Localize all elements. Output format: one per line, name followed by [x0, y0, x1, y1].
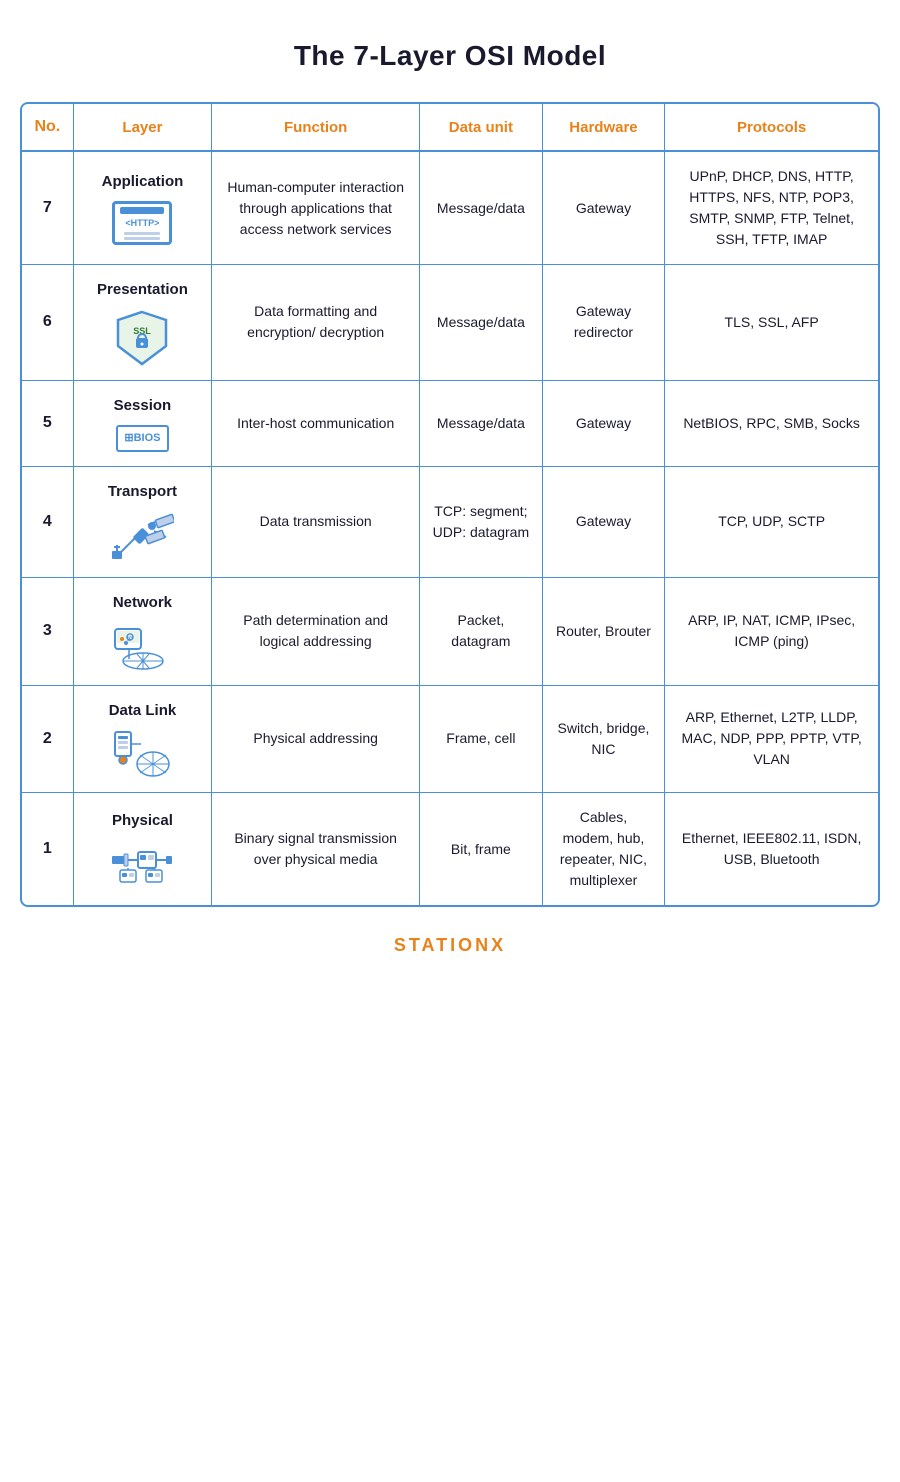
- cell-hardware: Cables, modem, hub, repeater, NIC, multi…: [542, 793, 665, 906]
- header-function: Function: [212, 104, 420, 151]
- cell-dataunit: Message/data: [420, 380, 543, 466]
- header-protocols: Protocols: [665, 104, 878, 151]
- footer: STATIONX: [394, 935, 506, 956]
- cell-protocols: TCP, UDP, SCTP: [665, 466, 878, 578]
- header-no: No.: [22, 104, 73, 151]
- cell-no: 3: [22, 578, 73, 686]
- cell-layer: Presentation SSL: [73, 265, 212, 381]
- table-row: 6Presentation SSL Data formatting and en…: [22, 265, 878, 381]
- header-dataunit: Data unit: [420, 104, 543, 151]
- osi-table: No. Layer Function Data unit Hardware Pr…: [22, 104, 878, 905]
- cell-hardware: Switch, bridge, NIC: [542, 685, 665, 793]
- cell-protocols: TLS, SSL, AFP: [665, 265, 878, 381]
- cell-layer: Transport: [73, 466, 212, 578]
- layer-name-text: Physical: [84, 810, 202, 833]
- cell-no: 1: [22, 793, 73, 906]
- cell-function: Binary signal transmission over physical…: [212, 793, 420, 906]
- cell-hardware: Gateway: [542, 151, 665, 265]
- cell-dataunit: Packet, datagram: [420, 578, 543, 686]
- network-icon: IP: [111, 623, 173, 671]
- table-row: 3Network IP Path determination and logic…: [22, 578, 878, 686]
- brand-part2: X: [491, 935, 506, 955]
- layer-icon-wrap: IP: [84, 623, 202, 671]
- cell-no: 4: [22, 466, 73, 578]
- cell-hardware: Router, Brouter: [542, 578, 665, 686]
- cell-no: 6: [22, 265, 73, 381]
- physical-icon: [110, 840, 174, 888]
- table-row: 2 Data Link Physical addressingFrame, cel…: [22, 685, 878, 793]
- cell-hardware: Gateway: [542, 380, 665, 466]
- header-layer: Layer: [73, 104, 212, 151]
- table-header-row: No. Layer Function Data unit Hardware Pr…: [22, 104, 878, 151]
- svg-text:IP: IP: [128, 637, 134, 643]
- layer-name-text: Network: [84, 592, 202, 615]
- page-title: The 7-Layer OSI Model: [294, 40, 606, 72]
- cell-function: Path determination and logical addressin…: [212, 578, 420, 686]
- cell-protocols: NetBIOS, RPC, SMB, Socks: [665, 380, 878, 466]
- satellite-icon: [110, 511, 174, 563]
- cell-no: 2: [22, 685, 73, 793]
- netbios-icon: ⊞BIOS: [116, 425, 168, 452]
- table-row: 4 Transport Data transmissionTCP: segment…: [22, 466, 878, 578]
- brand-logo: STATIONX: [394, 935, 506, 956]
- layer-icon-wrap: [84, 730, 202, 778]
- cell-hardware: Gateway redirector: [542, 265, 665, 381]
- cell-no: 5: [22, 380, 73, 466]
- layer-icon-wrap: SSL: [84, 310, 202, 366]
- cell-function: Data transmission: [212, 466, 420, 578]
- table-row: 5Session ⊞BIOSInter-host communicationMe…: [22, 380, 878, 466]
- cell-dataunit: TCP: segment; UDP: datagram: [420, 466, 543, 578]
- osi-table-container: No. Layer Function Data unit Hardware Pr…: [20, 102, 880, 907]
- layer-name-text: Presentation: [84, 279, 202, 302]
- cell-layer: Application <HTTP>: [73, 151, 212, 265]
- layer-name-text: Data Link: [84, 700, 202, 723]
- layer-name-text: Application: [84, 171, 202, 194]
- layer-icon-wrap: ⊞BIOS: [84, 425, 202, 452]
- header-hardware: Hardware: [542, 104, 665, 151]
- cell-function: Data formatting and encryption/ decrypti…: [212, 265, 420, 381]
- cell-protocols: ARP, IP, NAT, ICMP, IPsec, ICMP (ping): [665, 578, 878, 686]
- cell-dataunit: Message/data: [420, 265, 543, 381]
- datalink-icon: [113, 730, 171, 778]
- cell-dataunit: Frame, cell: [420, 685, 543, 793]
- cell-protocols: UPnP, DHCP, DNS, HTTP, HTTPS, NFS, NTP, …: [665, 151, 878, 265]
- cell-layer: Network IP: [73, 578, 212, 686]
- cell-hardware: Gateway: [542, 466, 665, 578]
- cell-layer: Session ⊞BIOS: [73, 380, 212, 466]
- layer-icon-wrap: [84, 840, 202, 888]
- cell-function: Inter-host communication: [212, 380, 420, 466]
- cell-function: Human-computer interaction through appli…: [212, 151, 420, 265]
- cell-layer: Physical: [73, 793, 212, 906]
- cell-protocols: ARP, Ethernet, L2TP, LLDP, MAC, NDP, PPP…: [665, 685, 878, 793]
- cell-function: Physical addressing: [212, 685, 420, 793]
- cell-dataunit: Message/data: [420, 151, 543, 265]
- table-row: 1 Physical Binary signal transmission ove…: [22, 793, 878, 906]
- layer-name-text: Session: [84, 395, 202, 418]
- table-row: 7Application <HTTP> Human-computer inter…: [22, 151, 878, 265]
- layer-icon-wrap: <HTTP>: [84, 201, 202, 245]
- brand-part1: STATION: [394, 935, 491, 955]
- cell-layer: Data Link: [73, 685, 212, 793]
- cell-no: 7: [22, 151, 73, 265]
- cell-dataunit: Bit, frame: [420, 793, 543, 906]
- http-icon: <HTTP>: [112, 201, 172, 245]
- layer-name-text: Transport: [84, 481, 202, 504]
- layer-icon-wrap: [84, 511, 202, 563]
- ssl-icon: SSL: [116, 310, 168, 366]
- cell-protocols: Ethernet, IEEE802.11, ISDN, USB, Bluetoo…: [665, 793, 878, 906]
